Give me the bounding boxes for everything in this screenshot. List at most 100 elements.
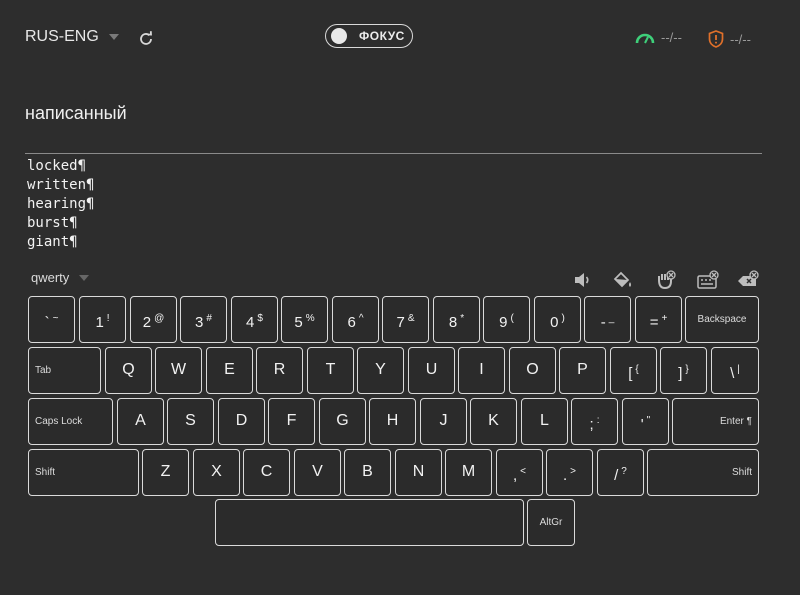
key-s[interactable]: S bbox=[167, 398, 214, 445]
layout-selector[interactable]: qwerty bbox=[31, 270, 90, 285]
key-minus[interactable]: - _ bbox=[584, 296, 631, 343]
key-char: ] bbox=[678, 365, 683, 382]
key-h[interactable]: H bbox=[369, 398, 416, 445]
key-quote[interactable]: ' " bbox=[622, 398, 669, 445]
language-selector[interactable]: RUS-ENG bbox=[25, 28, 119, 46]
key-char: - bbox=[600, 314, 606, 331]
key-shift-char: : bbox=[596, 415, 600, 426]
speedometer-icon bbox=[635, 33, 655, 43]
key-1[interactable]: 1! bbox=[79, 296, 126, 343]
key-slash[interactable]: /? bbox=[597, 449, 644, 496]
key-w[interactable]: W bbox=[155, 347, 202, 394]
key-char: , bbox=[512, 467, 518, 484]
key-shift-char: % bbox=[305, 313, 315, 324]
speaker-icon[interactable] bbox=[572, 270, 594, 290]
key-u[interactable]: U bbox=[408, 347, 455, 394]
key-l[interactable]: L bbox=[521, 398, 568, 445]
key-f[interactable]: F bbox=[268, 398, 315, 445]
key-shift-right[interactable]: Shift bbox=[647, 449, 759, 496]
key-g[interactable]: G bbox=[319, 398, 366, 445]
key-8[interactable]: 8 * bbox=[433, 296, 480, 343]
hand-off-icon[interactable] bbox=[655, 270, 677, 290]
key-shift-char: * bbox=[460, 313, 465, 324]
key-comma[interactable]: , < bbox=[496, 449, 543, 496]
shield-alert-icon bbox=[708, 30, 724, 48]
key-d[interactable]: D bbox=[218, 398, 265, 445]
key-e[interactable]: E bbox=[206, 347, 253, 394]
key-k[interactable]: K bbox=[470, 398, 517, 445]
key-i[interactable]: I bbox=[458, 347, 505, 394]
key-c[interactable]: C bbox=[243, 449, 290, 496]
reload-icon[interactable] bbox=[136, 29, 156, 49]
key-q[interactable]: Q bbox=[105, 347, 152, 394]
key-5[interactable]: 5% bbox=[281, 296, 328, 343]
focus-toggle[interactable]: ФОКУС bbox=[325, 24, 413, 48]
key-char: A bbox=[135, 412, 146, 429]
key-7[interactable]: 7 & bbox=[382, 296, 429, 343]
key-shift-char: & bbox=[407, 313, 415, 324]
paint-bucket-icon[interactable] bbox=[611, 270, 633, 290]
key-tab[interactable]: Tab bbox=[28, 347, 101, 394]
key-char: N bbox=[412, 463, 425, 480]
key-0[interactable]: 0) bbox=[534, 296, 581, 343]
key-a[interactable]: A bbox=[117, 398, 164, 445]
key-3[interactable]: 3 # bbox=[180, 296, 227, 343]
key-backslash[interactable]: \ | bbox=[711, 347, 759, 394]
key-n[interactable]: N bbox=[395, 449, 442, 496]
key-char: 0 bbox=[550, 314, 559, 331]
toggle-knob bbox=[331, 28, 347, 44]
key-char: Q bbox=[122, 361, 135, 378]
key-6[interactable]: 6 ^ bbox=[332, 296, 379, 343]
key-right-bracket[interactable]: ]} bbox=[660, 347, 707, 394]
key-label: Shift bbox=[35, 467, 56, 478]
key-char: 7 bbox=[396, 314, 405, 331]
key-char: S bbox=[185, 412, 196, 429]
speed-value: --/-- bbox=[661, 30, 682, 45]
key-backtick[interactable]: ` ~ bbox=[28, 296, 75, 343]
key-left-bracket[interactable]: [{ bbox=[610, 347, 657, 394]
key-char: F bbox=[286, 412, 297, 429]
key-j[interactable]: J bbox=[420, 398, 467, 445]
key-char: C bbox=[260, 463, 273, 480]
errors-value: --/-- bbox=[730, 31, 751, 47]
key-r[interactable]: R bbox=[256, 347, 303, 394]
key-z[interactable]: Z bbox=[142, 449, 189, 496]
key-altgr[interactable]: AltGr bbox=[527, 499, 575, 546]
key-v[interactable]: V bbox=[294, 449, 341, 496]
key-shift-char: # bbox=[206, 313, 212, 324]
key-o[interactable]: O bbox=[509, 347, 556, 394]
key-period[interactable]: . > bbox=[546, 449, 593, 496]
key-m[interactable]: M bbox=[445, 449, 492, 496]
key-char: E bbox=[224, 361, 235, 378]
keyboard-off-icon[interactable] bbox=[697, 270, 719, 290]
key-backspace[interactable]: Backspace bbox=[685, 296, 759, 343]
key-y[interactable]: Y bbox=[357, 347, 404, 394]
key-shift-char: | bbox=[737, 364, 740, 375]
backspace-off-icon[interactable] bbox=[737, 270, 759, 290]
key-label: Backspace bbox=[697, 314, 747, 325]
key-char: 9 bbox=[499, 314, 508, 331]
key-shift-char: $ bbox=[257, 313, 263, 324]
key-2[interactable]: 2 @ bbox=[130, 296, 177, 343]
key-label: Tab bbox=[35, 365, 52, 376]
chevron-down-icon bbox=[79, 274, 90, 281]
key-shift-left[interactable]: Shift bbox=[28, 449, 139, 496]
key-char: / bbox=[614, 467, 619, 484]
key-shift-char: { bbox=[635, 364, 639, 375]
key-enter[interactable]: Enter ¶ bbox=[672, 398, 759, 445]
key-shift-char: ^ bbox=[358, 313, 364, 324]
key-t[interactable]: T bbox=[307, 347, 354, 394]
key-space[interactable] bbox=[215, 499, 524, 546]
key-caps-lock[interactable]: Caps Lock bbox=[28, 398, 113, 445]
key-4[interactable]: 4 $ bbox=[231, 296, 278, 343]
key-char: W bbox=[170, 361, 187, 378]
key-semicolon[interactable]: ;: bbox=[571, 398, 618, 445]
key-b[interactable]: B bbox=[344, 449, 391, 496]
key-x[interactable]: X bbox=[193, 449, 240, 496]
key-shift-char: + bbox=[661, 313, 668, 324]
key-char: = bbox=[649, 314, 659, 331]
key-p[interactable]: P bbox=[559, 347, 606, 394]
key-9[interactable]: 9( bbox=[483, 296, 530, 343]
key-equals[interactable]: = + bbox=[635, 296, 682, 343]
key-char: ; bbox=[589, 416, 594, 433]
